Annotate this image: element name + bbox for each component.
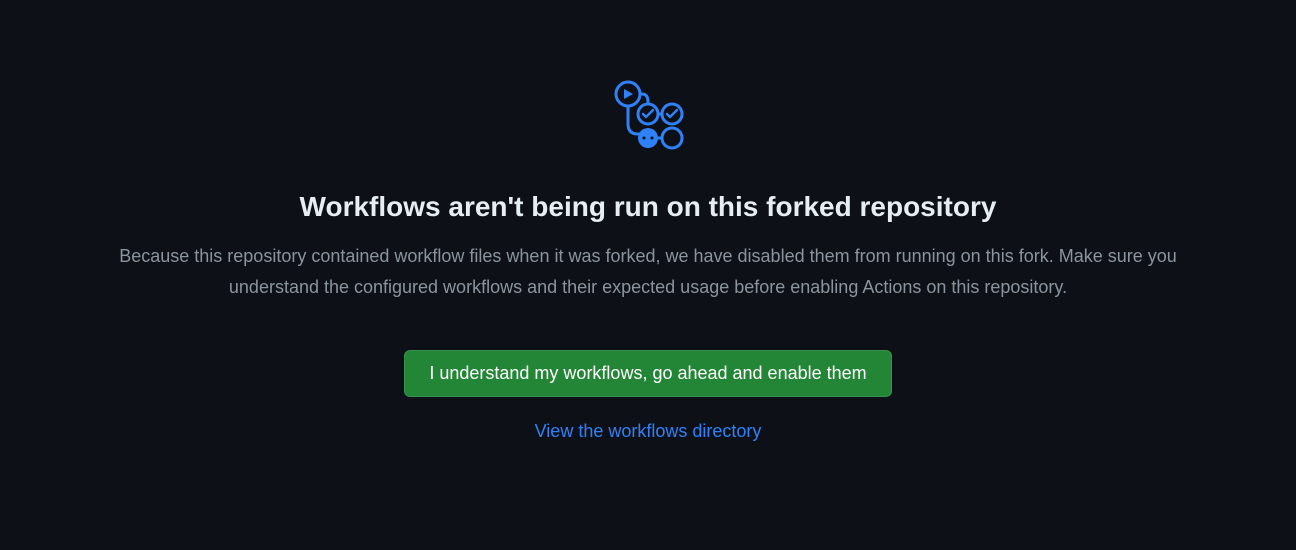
view-workflows-link[interactable]: View the workflows directory [535, 421, 762, 442]
page-description: Because this repository contained workfl… [48, 241, 1248, 302]
workflow-icon [608, 78, 688, 163]
enable-workflows-button[interactable]: I understand my workflows, go ahead and … [404, 350, 891, 397]
page-heading: Workflows aren't being run on this forke… [300, 191, 997, 223]
